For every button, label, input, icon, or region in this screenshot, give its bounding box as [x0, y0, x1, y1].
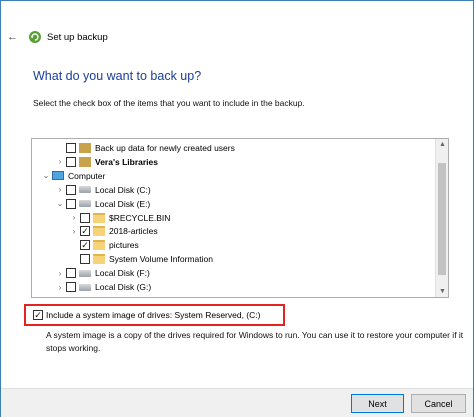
- library-icon: [79, 156, 91, 167]
- tree-row-label: $RECYCLE.BIN: [109, 212, 171, 223]
- tree-row[interactable]: ⌄ Local Disk (E:): [54, 197, 150, 211]
- tree-row[interactable]: › ✓ 2018-articles: [68, 224, 158, 238]
- tree-row-checkbox[interactable]: [66, 184, 76, 195]
- tree-row-checkbox[interactable]: [66, 282, 76, 292]
- scroll-up-icon[interactable]: ▲: [439, 141, 446, 148]
- tree-row-checkbox[interactable]: ✓: [80, 240, 90, 251]
- system-image-description: A system image is a copy of the drives r…: [46, 330, 464, 353]
- tree-row[interactable]: Back up data for newly created users: [54, 141, 235, 155]
- tree-row[interactable]: › Vera's Libraries: [54, 155, 158, 169]
- tree-row-label: Computer: [68, 170, 106, 181]
- tree-row-checkbox[interactable]: [66, 156, 76, 167]
- drive-icon: [79, 200, 91, 208]
- scroll-down-icon[interactable]: ▼: [439, 288, 446, 295]
- chevron-right-icon[interactable]: ›: [68, 224, 80, 238]
- drive-icon: [79, 283, 91, 291]
- tree-row-label: Local Disk (C:): [95, 184, 151, 195]
- tree-row-label: 2018-articles: [109, 226, 158, 237]
- tree-row-label: Back up data for newly created users: [95, 143, 235, 153]
- system-image-checkbox[interactable]: ✓: [33, 310, 43, 320]
- drive-icon: [79, 269, 91, 277]
- chevron-down-icon[interactable]: ⌄: [54, 197, 66, 211]
- tree-row[interactable]: ⌄ Computer: [40, 169, 106, 183]
- chevron-right-icon[interactable]: ›: [54, 266, 66, 280]
- computer-icon: [52, 171, 64, 181]
- tree-row[interactable]: System Volume Information: [68, 252, 213, 266]
- tree-scrollbar[interactable]: ▲ ▼: [435, 139, 448, 297]
- chevron-right-icon[interactable]: ›: [54, 183, 66, 197]
- library-icon: [79, 143, 91, 153]
- backup-items-tree[interactable]: Back up data for newly created users › Ver…: [31, 138, 449, 298]
- tree-row-checkbox[interactable]: [66, 198, 76, 209]
- footer-bar: Next Cancel: [1, 388, 473, 417]
- cancel-button[interactable]: Cancel: [411, 394, 466, 413]
- tree-row-label: Local Disk (G:): [95, 282, 152, 292]
- tree-row[interactable]: › Local Disk (C:): [54, 183, 151, 197]
- tree-row-label: pictures: [109, 240, 139, 251]
- tree-row[interactable]: ✓ pictures: [68, 238, 139, 252]
- page-instruction: Select the check box of the items that y…: [33, 98, 305, 108]
- tree-row-label: Vera's Libraries: [95, 156, 158, 167]
- tree-row-checkbox[interactable]: [66, 143, 76, 153]
- window-title: Set up backup: [47, 32, 108, 43]
- folder-icon: [93, 212, 105, 223]
- title-bar: ← Set up backup: [1, 23, 474, 51]
- backup-wizard-window: ← Set up backup What do you want to back…: [0, 0, 474, 417]
- tree-row-checkbox[interactable]: [80, 254, 90, 265]
- folder-icon: [93, 226, 105, 237]
- tree-row[interactable]: › $RECYCLE.BIN: [68, 211, 170, 225]
- chevron-right-icon[interactable]: ›: [54, 155, 66, 169]
- tree-row-label: Local Disk (F:): [95, 268, 150, 279]
- chevron-down-icon[interactable]: ⌄: [40, 169, 52, 183]
- next-button[interactable]: Next: [351, 394, 404, 413]
- page-heading: What do you want to back up?: [33, 69, 202, 83]
- backup-icon: [29, 31, 41, 43]
- back-arrow-icon[interactable]: ←: [7, 31, 19, 43]
- chevron-right-icon[interactable]: ›: [68, 211, 80, 225]
- folder-icon: [93, 254, 105, 265]
- system-image-label: Include a system image of drives: System…: [46, 310, 261, 320]
- drive-icon: [79, 186, 91, 194]
- system-image-option[interactable]: ✓ Include a system image of drives: Syst…: [24, 304, 285, 326]
- tree-row-checkbox[interactable]: [80, 212, 90, 223]
- scroll-thumb[interactable]: [438, 163, 446, 275]
- tree-row-label: System Volume Information: [109, 254, 213, 265]
- tree-row[interactable]: › Local Disk (G:): [54, 280, 151, 294]
- tree-row-checkbox[interactable]: [66, 268, 76, 279]
- tree-row-checkbox[interactable]: ✓: [80, 226, 90, 237]
- chevron-right-icon[interactable]: ›: [54, 280, 66, 294]
- folder-icon: [93, 240, 105, 251]
- tree-row[interactable]: › Local Disk (F:): [54, 266, 150, 280]
- tree-row-label: Local Disk (E:): [95, 198, 151, 209]
